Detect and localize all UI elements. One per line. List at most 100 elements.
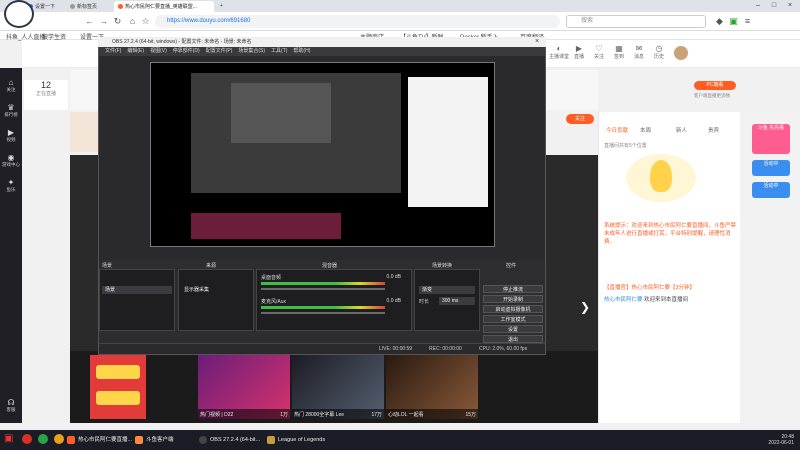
heart-icon: ♡: [595, 44, 603, 53]
obs-menu-help[interactable]: 帮助(H): [293, 48, 310, 54]
header-icon-course[interactable]: ◐ 主播课堂: [548, 44, 570, 60]
chat-message-notice: 【直播官】热心市民阿仁要【3分钟】: [604, 285, 696, 291]
audio-meter: [261, 282, 385, 285]
taskbar-item-douyu[interactable]: 斗鱼客户端: [134, 433, 194, 447]
tab-new[interactable]: 新人: [676, 126, 687, 134]
dock-title-controls: 控件: [506, 263, 517, 269]
new-tab-button[interactable]: +: [216, 1, 226, 12]
start-recording-button[interactable]: 开始录制: [483, 295, 543, 303]
recommend-card[interactable]: 热门 28000全字幕 Lee 17万: [292, 355, 384, 419]
sidebar-item-follow[interactable]: ⌂ 关注: [0, 78, 22, 93]
start-icon[interactable]: ▣: [4, 434, 14, 444]
obs-menu-tools[interactable]: 工具(T): [271, 48, 287, 54]
dock-title-sources: 来源: [206, 263, 217, 269]
home-icon[interactable]: ⌂: [127, 16, 138, 27]
extension-icon[interactable]: ◆: [714, 16, 725, 27]
source-item[interactable]: 显示器采集: [181, 286, 251, 294]
browser-tab-2[interactable]: 新标签页: [66, 1, 112, 12]
sidebar-item-service[interactable]: ☊ 客服: [0, 398, 22, 413]
obs-close-icon[interactable]: ×: [530, 37, 544, 47]
duration-input[interactable]: 300 ms: [439, 297, 475, 305]
browser-icon: [67, 436, 75, 444]
exit-button[interactable]: 退出: [483, 335, 543, 343]
studio-mode-button[interactable]: 工作室模式: [483, 315, 543, 323]
side-ad[interactable]: 斗鱼 充充看: [752, 124, 790, 154]
settings-button[interactable]: 设置: [483, 325, 543, 333]
browser-tab-active[interactable]: 热心市民阿仁要直播_英雄联盟...: [114, 1, 214, 12]
dock-title-transitions: 场景转换: [432, 263, 453, 269]
back-icon[interactable]: ←: [84, 16, 95, 27]
sidebar-item-rank[interactable]: ♛ 排行榜: [0, 103, 22, 118]
browser-search-input[interactable]: 搜索: [566, 15, 706, 28]
volume-slider[interactable]: [261, 312, 385, 314]
sidebar-item-fun[interactable]: ✦ 鱼乐: [0, 178, 22, 193]
side-ad-strip: [740, 112, 800, 423]
header-icon-message[interactable]: ✉ 消息: [628, 44, 650, 60]
douyu-logo[interactable]: [4, 0, 34, 28]
recommend-card[interactable]: 心动LOL 一起看 15万: [386, 355, 478, 419]
side-ad[interactable]: 活动中: [752, 160, 790, 176]
rank-icon: ♛: [7, 103, 15, 112]
header-icon-follow[interactable]: ♡ 关注: [588, 44, 610, 60]
forward-icon[interactable]: →: [98, 16, 109, 27]
system-clock[interactable]: 20:48 2022-06-01: [768, 434, 794, 446]
douyu-favicon-icon: [118, 4, 123, 9]
obs-menu-docks[interactable]: 停靠部件(D): [173, 48, 200, 54]
live-icon: ▶: [575, 44, 583, 53]
taskbar-item-lol[interactable]: League of Legends: [266, 433, 336, 447]
url-input[interactable]: https://www.douyu.com/691680: [155, 15, 560, 28]
tab-week[interactable]: 本周: [640, 126, 651, 134]
user-avatar[interactable]: [674, 46, 688, 60]
header-icon-live[interactable]: ▶ 直播: [568, 44, 590, 60]
chat-message-user: 热心市民阿仁要 欢迎来到本直播间: [604, 297, 689, 303]
tab-today[interactable]: 今日贡献: [606, 126, 628, 134]
follow-button[interactable]: 关注: [566, 114, 594, 124]
obs-preview-canvas[interactable]: [150, 62, 495, 247]
mascot-image: [626, 154, 696, 202]
obs-title: OBS 27.2.4 (64-bit, windows) - 配置文件: 未命名…: [98, 37, 546, 47]
obs-menu-profile[interactable]: 配置文件(P): [206, 48, 233, 54]
message-icon: ✉: [635, 44, 643, 53]
obs-menu-edit[interactable]: 编辑(E): [127, 48, 144, 54]
taskbar-item-browser[interactable]: 热心市民阿仁要直播...: [66, 433, 132, 447]
recommend-card[interactable]: 热门视频 | D22 1万: [198, 355, 290, 419]
app-pin-icon[interactable]: [54, 434, 64, 444]
obs-menu-view[interactable]: 视图(V): [150, 48, 167, 54]
virtual-camera-button[interactable]: 启动虚拟摄像机: [483, 305, 543, 313]
scene-item[interactable]: 场景: [102, 286, 172, 294]
taskbar-item-obs[interactable]: OBS 27.2.4 (64-bit...: [198, 433, 262, 447]
obs-status-bar: LIVE: 00:00:59 REC: 00:00:00 CPU: 2.0%, …: [99, 343, 545, 354]
pc-client-button[interactable]: PC端看: [694, 81, 736, 90]
volume-slider[interactable]: [261, 288, 385, 290]
bookmark-star-icon[interactable]: ☆: [140, 16, 151, 27]
app-pin-icon[interactable]: [22, 434, 32, 444]
close-icon[interactable]: ×: [782, 1, 798, 11]
next-arrow-icon[interactable]: ❯: [580, 300, 590, 314]
tab-favicon-icon: [70, 4, 75, 9]
lol-icon: [267, 436, 275, 444]
cpu-status: CPU: 2.0%, 60.00 fps: [479, 346, 528, 352]
maximize-icon[interactable]: □: [766, 1, 782, 11]
streamer-thumbnail[interactable]: [70, 112, 98, 152]
reload-icon[interactable]: ↻: [112, 16, 123, 27]
menu-icon[interactable]: ≡: [742, 16, 753, 27]
side-ad[interactable]: 活动中: [752, 182, 790, 198]
obs-menu-file[interactable]: 文件(F): [105, 48, 121, 54]
minimize-icon[interactable]: –: [750, 1, 766, 11]
header-icon-sign[interactable]: ▦ 签到: [608, 44, 630, 60]
app-pin-icon[interactable]: [38, 434, 48, 444]
gift-banner[interactable]: [90, 355, 146, 419]
pc-client-subtext: 客户端直播更流畅: [694, 93, 730, 98]
video-icon: ▶: [7, 128, 15, 137]
mixer-panel: 桌面音频 0.0 dB 麦克风/Aux 0.0 dB: [256, 269, 412, 331]
headset-icon: ☊: [7, 398, 15, 407]
transition-select[interactable]: 渐变: [419, 286, 475, 294]
sidebar-item-video[interactable]: ▶ 视频: [0, 128, 22, 143]
sidebar-item-game[interactable]: ◉ 游戏中心: [0, 153, 22, 168]
shield-icon[interactable]: ▣: [728, 16, 739, 27]
header-icon-history[interactable]: ◷ 历史: [648, 44, 670, 60]
stop-streaming-button[interactable]: 停止推流: [483, 285, 543, 293]
follow-counter[interactable]: 12 正在直播: [24, 80, 68, 110]
tab-vip[interactable]: 贵宾: [708, 126, 719, 134]
obs-menu-scene-collection[interactable]: 场景集合(S): [238, 48, 265, 54]
